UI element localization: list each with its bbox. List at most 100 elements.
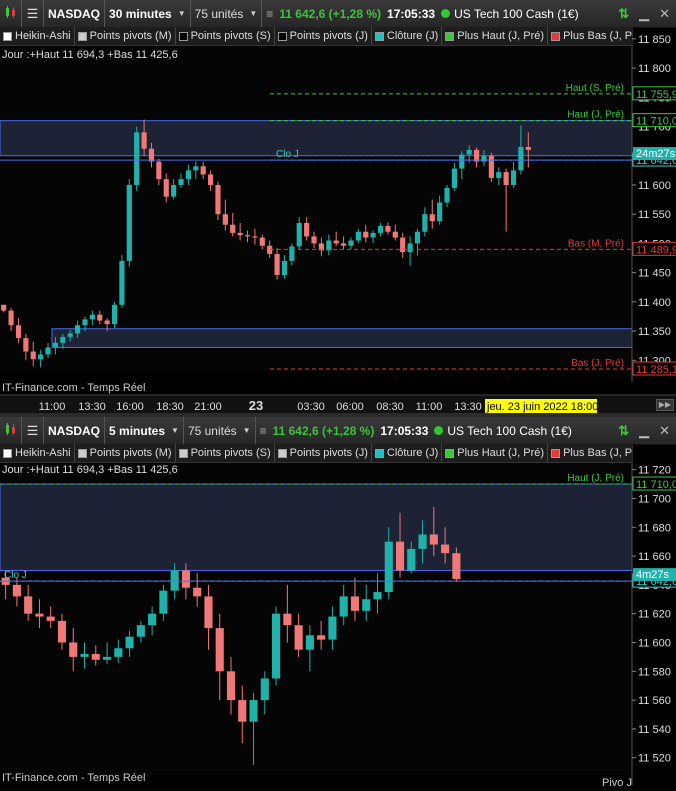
candle-body — [304, 222, 310, 237]
candle-body — [333, 240, 339, 244]
candle-body — [422, 214, 428, 232]
indicator-toggle[interactable]: Points pivots (M) — [75, 444, 176, 462]
minimize-icon[interactable]: ▁ — [639, 423, 649, 439]
status-dot-icon — [434, 426, 444, 435]
refresh-arrows-icon[interactable]: ⇅ — [618, 6, 629, 22]
indicator-toggle[interactable]: Points pivots (M) — [75, 27, 176, 45]
minimize-icon[interactable]: ▁ — [639, 6, 649, 22]
chart-canvas[interactable]: Haut (S, Pré) Haut (J, Pré) Clo J Bas (M, P… — [0, 0, 676, 413]
y-tick-label: 11 620 — [638, 609, 671, 621]
indicator-toggle[interactable]: Plus Haut (J, Pré) — [442, 444, 549, 462]
chart-type-button[interactable] — [0, 417, 22, 444]
chart-panel-30min[interactable]: Haut (S, Pré) Haut (J, Pré) Clo J Bas (M, P… — [0, 0, 676, 413]
y-tick-label: 11 660 — [638, 551, 671, 563]
candle-body — [119, 260, 125, 305]
indicator-label: Plus Bas (J, Pré) — [563, 447, 632, 459]
candle-body — [252, 236, 258, 238]
settings-icon[interactable]: ≡ — [266, 7, 273, 21]
instrument-selector[interactable]: NASDAQ — [44, 417, 106, 444]
candle-body — [38, 354, 44, 360]
window-controls: ⇅ ▁ ✕ — [618, 417, 676, 444]
indicator-label: Points pivots (M) — [89, 30, 172, 42]
units-selector[interactable]: 75 unités ▼ — [184, 417, 256, 444]
candle-body — [148, 613, 157, 626]
quote-area: ≡ 11 642,6 (+1,28 %) 17:05:33 US Tech 10… — [262, 0, 582, 27]
candle-body — [60, 336, 66, 343]
candle-body — [74, 325, 81, 334]
x-tick-label: 03:30 — [297, 401, 325, 413]
candlestick-icon — [4, 422, 18, 439]
candle-body — [204, 596, 213, 629]
y-tick-label: 11 350 — [638, 326, 671, 338]
candle-body — [437, 202, 443, 222]
candle-body — [459, 154, 465, 169]
candle-body — [24, 596, 33, 614]
indicator-toggle[interactable]: Heikin-Ashi — [0, 444, 75, 462]
candle-body — [104, 320, 110, 325]
refresh-arrows-icon[interactable]: ⇅ — [618, 423, 629, 439]
candle-body — [373, 592, 382, 600]
instrument-selector[interactable]: NASDAQ — [44, 0, 106, 27]
y-tick-label: 11 520 — [638, 753, 671, 765]
price-change: 11 642,6 (+1,28 %) — [272, 423, 375, 438]
x-tick-label: 13:30 — [454, 401, 482, 413]
indicator-toggle[interactable]: Points pivots (J) — [275, 27, 372, 45]
indicator-toggle[interactable]: Plus Haut (J, Pré) — [442, 27, 549, 45]
color-swatch-icon — [374, 448, 384, 458]
candle-body — [57, 620, 67, 643]
indicator-toggle[interactable]: Heikin-Ashi — [0, 27, 75, 45]
y-tick-label: 11 600 — [638, 637, 671, 649]
units-label: 75 unités — [187, 423, 237, 438]
candle-body — [392, 231, 398, 238]
color-swatch-icon — [277, 31, 287, 41]
candle-body — [222, 214, 228, 225]
x-tick-label: 21:00 — [194, 401, 222, 413]
x-tick-label: 08:30 — [376, 401, 404, 413]
candle-body — [244, 235, 251, 237]
candle-body — [377, 225, 384, 233]
timeframe-selector[interactable]: 5 minutes ▼ — [105, 417, 184, 444]
candle-body — [481, 155, 487, 162]
candle-body — [362, 599, 371, 611]
close-icon[interactable]: ✕ — [659, 6, 670, 22]
candle-body — [45, 347, 51, 355]
color-swatch-icon — [374, 31, 384, 41]
y-tick-label: 11 850 — [638, 34, 671, 46]
indicator-toggle[interactable]: Points pivots (J) — [275, 444, 372, 462]
color-swatch-icon — [551, 448, 561, 458]
candle-body — [339, 596, 348, 617]
candle-body — [281, 260, 288, 275]
indicator-toggle[interactable]: Plus Bas (J, Pré) — [548, 444, 632, 462]
candle-body — [452, 553, 461, 580]
indicator-label: Plus Haut (J, Pré) — [457, 447, 545, 459]
chart-type-button[interactable] — [0, 0, 22, 27]
candle-body — [260, 678, 269, 701]
candle-body — [178, 179, 184, 185]
candle-body — [226, 671, 236, 701]
color-swatch-icon — [445, 31, 455, 41]
candle-body — [414, 231, 421, 244]
indicator-label: Plus Haut (J, Pré) — [457, 30, 545, 42]
indicator-toggle[interactable]: Clôture (J) — [372, 444, 443, 462]
indicator-toggle[interactable]: Clôture (J) — [372, 27, 443, 45]
y-tick-label: 11 400 — [638, 297, 671, 309]
candle-body — [518, 146, 524, 171]
chart-panel-5min[interactable]: Haut (J, Pré) Clo J 11 720 11 700 11 680 11 6… — [0, 417, 676, 791]
settings-icon[interactable]: ≡ — [260, 424, 267, 438]
y-tick-label: 11 680 — [638, 522, 671, 534]
indicator-toggle[interactable]: Points pivots (S) — [176, 27, 275, 45]
instrument-list-button[interactable]: ☰ — [22, 417, 44, 444]
instrument-list-button[interactable]: ☰ — [22, 0, 44, 27]
level-price-label: 11 755,9 — [636, 89, 676, 101]
units-selector[interactable]: 75 unités ▼ — [191, 0, 263, 27]
color-swatch-icon — [445, 448, 455, 458]
timeframe-selector[interactable]: 30 minutes ▼ — [105, 0, 191, 27]
day-range-info: Jour :+Haut 11 694,3 +Bas 11 425,6 — [2, 49, 178, 61]
indicator-toggle[interactable]: Points pivots (S) — [176, 444, 275, 462]
close-icon[interactable]: ✕ — [659, 423, 670, 439]
candle-body — [82, 319, 88, 326]
quote-time: 17:05:33 — [380, 423, 429, 438]
candle-body — [385, 225, 391, 232]
scroll-right-button[interactable]: ▶▶ — [656, 399, 674, 411]
indicator-toggle[interactable]: Plus Bas (J, Pré) — [548, 27, 632, 45]
